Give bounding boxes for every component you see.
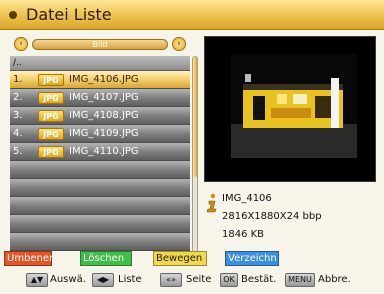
image-preview-frame [204,36,376,182]
file-name: IMG_4109.JPG [69,128,139,139]
directory-button[interactable]: Verzeichn [225,251,279,266]
file-name: IMG_4108.JPG [69,110,139,121]
image-name: IMG_4106 [222,193,272,204]
info-icon [206,193,217,213]
list-item[interactable]: 1. JPG IMG_4106.JPG [10,71,190,89]
empty-list-item [10,179,190,197]
preview-photo [231,54,357,158]
menu-key-icon: MENU [285,273,315,287]
parent-directory-row[interactable]: /.. [10,56,190,71]
title-bar: Datei Liste [0,0,384,30]
select-hint-label: Auswä. [50,274,86,285]
file-name: IMG_4110.JPG [69,146,139,157]
chevron-left-icon[interactable]: ‹ [14,37,28,51]
color-key-bar: Umbenen Löschen Bewegen Verzeichn [0,251,384,267]
rename-button[interactable]: Umbenen [4,251,55,266]
item-number: 3. [13,110,23,121]
file-name: IMG_4106.JPG [69,74,139,85]
file-name: IMG_4107.JPG [69,92,139,103]
empty-list-item [10,197,190,215]
image-file-size: 1846 KB [222,229,265,240]
move-button[interactable]: Bewegen [153,251,207,266]
chevron-right-icon[interactable]: › [172,37,186,51]
image-resolution: 2816X1880X24 bbp [222,211,322,222]
item-number: 5. [13,146,23,157]
up-down-key-icon: ▲▼ [26,273,48,287]
jpg-file-icon: JPG [38,127,64,140]
image-preview [231,54,357,158]
list-item[interactable]: 5. JPG IMG_4110.JPG [10,143,190,161]
list-item[interactable]: 3. JPG IMG_4108.JPG [10,107,190,125]
left-right-key-icon: ◀▶ [92,273,114,287]
list-item[interactable]: 2. JPG IMG_4107.JPG [10,89,190,107]
item-number: 2. [13,92,23,103]
ok-key-icon: OK [220,273,238,287]
list-hint-label: Liste [118,274,142,285]
list-item[interactable]: 4. JPG IMG_4109.JPG [10,125,190,143]
jpg-file-icon: JPG [38,145,64,158]
empty-list-item [10,233,190,251]
empty-list-item [10,161,190,179]
item-number: 1. [13,74,23,85]
delete-button[interactable]: Löschen [80,251,132,266]
key-hint-bar: ▲▼ Auswä. ◀▶ Liste «» Seite OK Bestät. M… [0,271,384,289]
circle-icon [9,10,17,19]
jpg-file-icon: JPG [38,91,64,104]
scrollbar-thumb[interactable] [193,57,197,177]
media-type-selector[interactable]: ‹ Bild › [14,37,186,51]
page-key-icon: «» [160,273,182,287]
jpg-file-icon: JPG [38,109,64,122]
file-list: /.. 1. JPG IMG_4106.JPG 2. JPG IMG_4107.… [10,56,190,251]
item-number: 4. [13,128,23,139]
jpg-file-icon: JPG [38,73,64,86]
confirm-hint-label: Bestät. [241,274,277,285]
media-type-label: Bild [32,39,168,50]
page-title: Datei Liste [26,5,112,24]
page-hint-label: Seite [186,274,212,285]
cancel-hint-label: Abbre. [318,274,351,285]
list-scrollbar[interactable] [192,56,198,254]
empty-list-item [10,215,190,233]
